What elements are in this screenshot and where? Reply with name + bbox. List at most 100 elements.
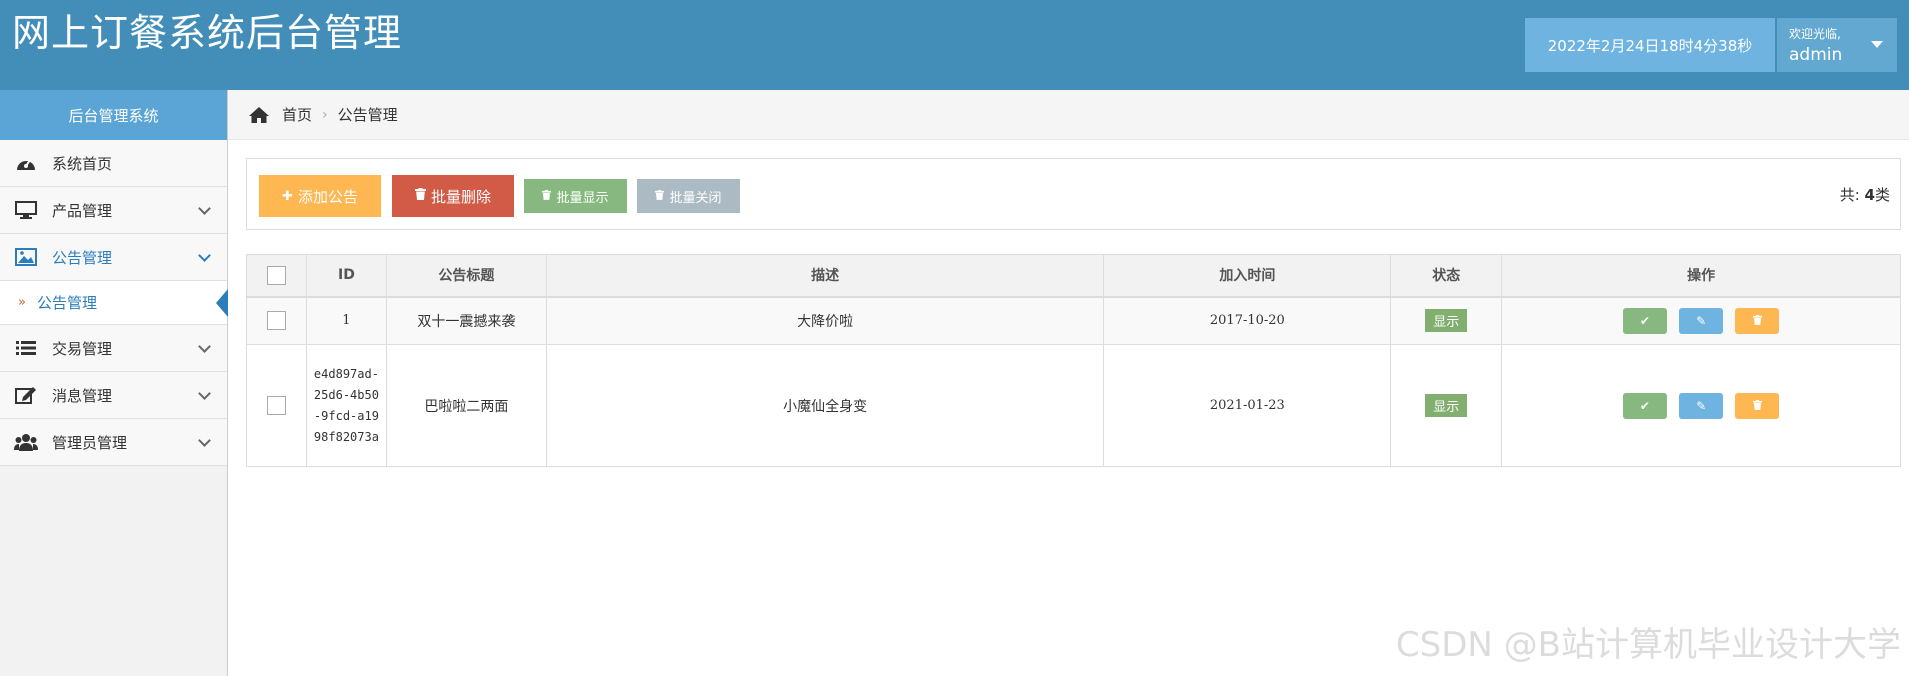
status-badge: 显示 xyxy=(1425,394,1468,417)
list-icon xyxy=(14,338,38,358)
select-all-checkbox[interactable] xyxy=(266,265,286,285)
column-header-desc: 描述 xyxy=(545,254,1105,298)
title-cell: 巴啦啦二两面 xyxy=(385,344,547,467)
id-cell: 1 xyxy=(305,296,387,345)
check-icon: ✔ xyxy=(1639,313,1650,328)
sidebar-item-label: 公告管理 xyxy=(52,248,113,267)
row-checkbox[interactable] xyxy=(266,396,286,415)
desc-cell: 小魔仙全身变 xyxy=(545,344,1105,467)
home-icon xyxy=(248,106,270,124)
sidebar-title: 后台管理系统 xyxy=(0,90,227,140)
watermark: CSDN @B站计算机毕业设计大学 xyxy=(1395,625,1901,665)
total-number: 4 xyxy=(1864,186,1875,204)
column-header-id: ID xyxy=(305,254,387,298)
batch-close-label: 批量关闭 xyxy=(669,190,722,206)
table-header-row: ID 公告标题 描述 加入时间 状态 操作 xyxy=(246,254,1901,298)
column-header-title: 公告标题 xyxy=(385,254,547,298)
app-title: 网上订餐系统后台管理 xyxy=(12,11,403,55)
breadcrumb-current: 公告管理 xyxy=(337,106,398,124)
sidebar-item-label: 管理员管理 xyxy=(52,433,128,452)
sidebar-item-admins[interactable]: 管理员管理 xyxy=(0,419,227,466)
chevron-down-icon xyxy=(198,387,211,400)
desc-cell: 大降价啦 xyxy=(545,296,1105,345)
double-angle-right-icon: » xyxy=(18,295,26,310)
edit-button[interactable]: ✎ xyxy=(1679,392,1724,419)
plus-icon: ✚ xyxy=(282,188,293,204)
active-marker xyxy=(216,289,228,317)
trash-icon xyxy=(1752,399,1762,413)
status-cell: 显示 xyxy=(1390,296,1503,345)
add-notice-button[interactable]: ✚ 添加公告 xyxy=(259,175,381,217)
sidebar-item-trades[interactable]: 交易管理 xyxy=(0,325,227,372)
row-select-cell xyxy=(246,296,307,345)
edit-button[interactable]: ✎ xyxy=(1679,307,1724,334)
sidebar-item-products[interactable]: 产品管理 xyxy=(0,187,227,234)
actions-cell: ✔ ✎ xyxy=(1501,296,1901,345)
sidebar-item-notices[interactable]: 公告管理 xyxy=(0,234,227,281)
title-cell: 双十一震撼来袭 xyxy=(385,296,547,345)
batch-close-button[interactable]: 批量关闭 xyxy=(637,179,740,213)
sidebar-subitem-label: 公告管理 xyxy=(36,294,97,312)
current-datetime: 2022年2月24日18时4分38秒 xyxy=(1525,18,1775,72)
sidebar-item-label: 消息管理 xyxy=(52,386,113,405)
id-cell: e4d897ad-25d6-4b50-9fcd-a1998f82073a xyxy=(305,344,387,467)
batch-delete-label: 批量删除 xyxy=(430,187,491,206)
sidebar: 后台管理系统 系统首页 产品管理 公告管理 » 公告管理 交易管理 消息管理 管… xyxy=(0,90,228,676)
column-header-actions: 操作 xyxy=(1501,254,1901,298)
sidebar-item-messages[interactable]: 消息管理 xyxy=(0,372,227,419)
date-cell: 2017-10-20 xyxy=(1103,296,1392,345)
total-prefix: 共: xyxy=(1839,186,1860,204)
notice-table: ID 公告标题 描述 加入时间 状态 操作 1 双十一震撼来袭 大降价啦 201… xyxy=(246,254,1901,467)
sidebar-subitem-notice-manage[interactable]: » 公告管理 xyxy=(0,281,228,325)
users-icon xyxy=(14,432,38,452)
header-right: 2022年2月24日18时4分38秒 欢迎光临, admin xyxy=(1525,18,1897,72)
toggle-show-button[interactable]: ✔ xyxy=(1622,307,1667,334)
caret-down-icon[interactable] xyxy=(1871,41,1883,48)
date-cell: 2021-01-23 xyxy=(1103,344,1392,467)
delete-button[interactable] xyxy=(1735,307,1780,334)
total-count: 共: 4类 xyxy=(1840,184,1890,205)
check-icon: ✔ xyxy=(1639,398,1650,413)
table-row: 1 双十一震撼来袭 大降价啦 2017-10-20 显示 ✔ ✎ xyxy=(246,296,1901,345)
pencil-icon: ✎ xyxy=(1696,398,1707,413)
breadcrumb: 首页 › 公告管理 xyxy=(228,90,1909,140)
batch-show-label: 批量显示 xyxy=(556,190,609,206)
trash-icon xyxy=(414,188,426,204)
sidebar-item-home[interactable]: 系统首页 xyxy=(0,140,227,187)
select-all-header xyxy=(246,254,307,298)
sidebar-item-label: 产品管理 xyxy=(52,201,113,220)
add-notice-label: 添加公告 xyxy=(297,187,358,206)
welcome-text: 欢迎光临, xyxy=(1789,27,1841,41)
toggle-show-button[interactable]: ✔ xyxy=(1622,392,1667,419)
column-header-date: 加入时间 xyxy=(1103,254,1392,298)
username: admin xyxy=(1789,45,1843,65)
user-menu[interactable]: 欢迎光临, admin xyxy=(1777,18,1897,72)
actions-cell: ✔ ✎ xyxy=(1501,344,1901,467)
breadcrumb-home[interactable]: 首页 xyxy=(282,104,312,125)
delete-button[interactable] xyxy=(1735,392,1780,419)
chevron-down-icon xyxy=(198,202,211,215)
trash-icon xyxy=(1752,314,1762,328)
trash-icon xyxy=(542,189,552,204)
sidebar-item-label: 交易管理 xyxy=(52,339,113,358)
chevron-down-icon xyxy=(198,434,211,447)
edit-icon xyxy=(14,385,38,405)
status-badge: 显示 xyxy=(1425,309,1468,333)
breadcrumb-separator: › xyxy=(322,106,328,123)
total-suffix: 类 xyxy=(1874,186,1890,204)
chevron-down-icon xyxy=(198,340,211,353)
row-checkbox[interactable] xyxy=(266,311,286,331)
dashboard-icon xyxy=(14,153,38,173)
batch-show-button[interactable]: 批量显示 xyxy=(524,179,627,213)
column-header-status: 状态 xyxy=(1390,254,1503,298)
batch-delete-button[interactable]: 批量删除 xyxy=(392,175,514,217)
chevron-down-icon xyxy=(198,249,211,262)
pencil-icon: ✎ xyxy=(1696,313,1707,328)
picture-icon xyxy=(14,247,38,267)
top-header: 网上订餐系统后台管理 2022年2月24日18时4分38秒 欢迎光临, admi… xyxy=(0,0,1909,90)
row-select-cell xyxy=(246,344,307,467)
table-row: e4d897ad-25d6-4b50-9fcd-a1998f82073a 巴啦啦… xyxy=(246,344,1901,467)
desktop-icon xyxy=(14,200,38,220)
trash-icon xyxy=(655,189,665,204)
sidebar-item-label: 系统首页 xyxy=(52,154,113,173)
